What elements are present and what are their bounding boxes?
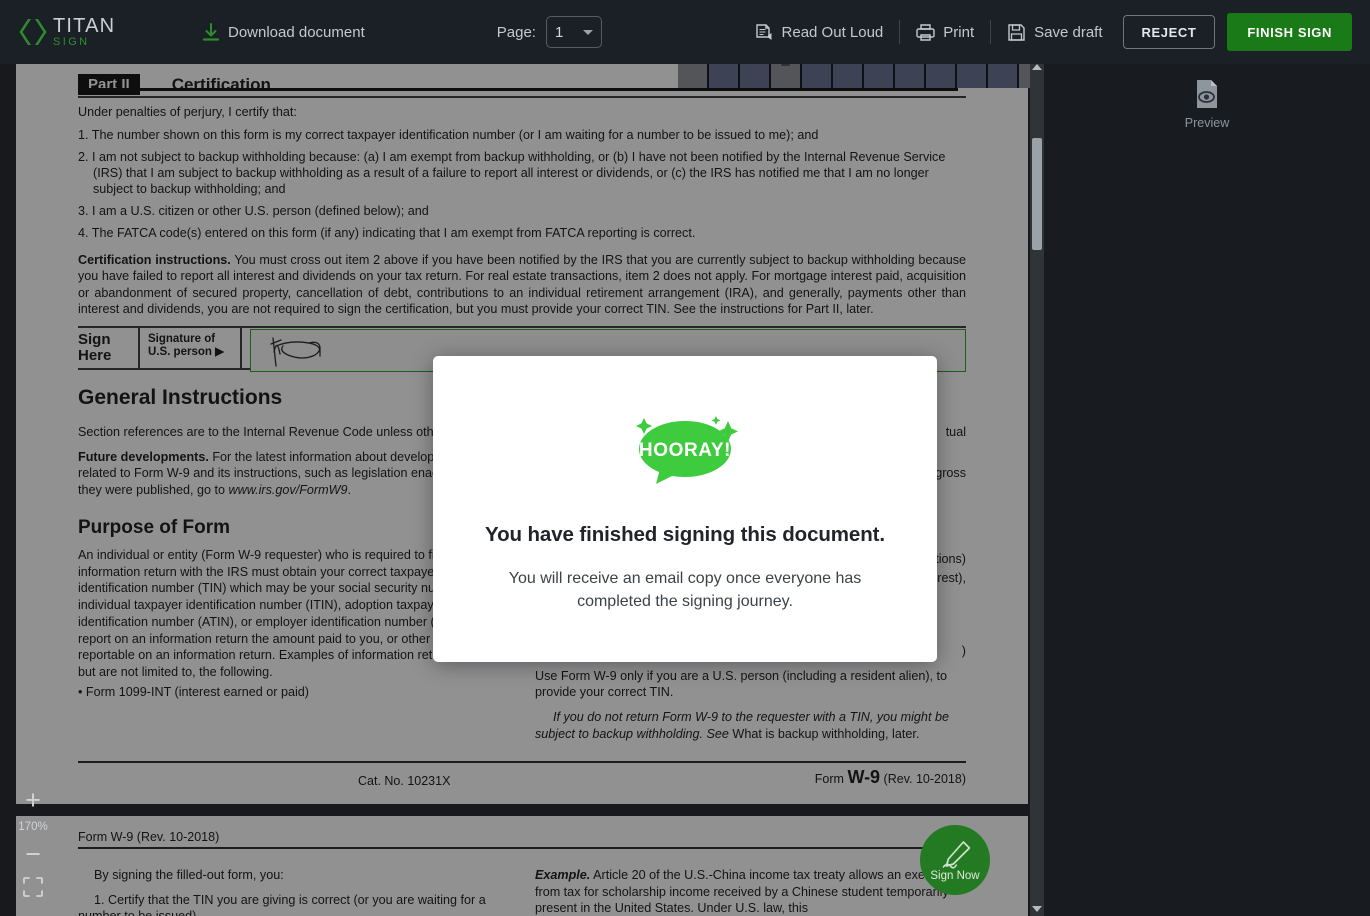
tin-cell[interactable] bbox=[709, 60, 740, 88]
zoom-in-button[interactable]: + bbox=[18, 786, 48, 813]
printer-icon bbox=[916, 23, 935, 42]
scroll-down-arrow[interactable] bbox=[1030, 902, 1044, 916]
part-badge: Part II bbox=[78, 74, 140, 95]
save-disk-icon bbox=[1007, 23, 1026, 42]
page-1-footer: Cat. No. 10231X Form W-9 (Rev. 10-2018) bbox=[78, 760, 966, 788]
hooray-badge: HOORAY! bbox=[624, 413, 746, 494]
tin-cell[interactable] bbox=[833, 60, 864, 88]
chevron-down-icon bbox=[1032, 906, 1042, 912]
page-select-value: 1 bbox=[554, 23, 564, 41]
certification-instructions-label: Certification instructions. bbox=[78, 252, 231, 267]
form-revision: (Rev. 10-2018) bbox=[880, 771, 966, 786]
certification-item: 3. I am a U.S. citizen or other U.S. per… bbox=[78, 204, 429, 219]
chevron-down-icon bbox=[582, 29, 593, 35]
modal-subtitle: You will receive an email copy once ever… bbox=[508, 570, 862, 610]
print-button[interactable]: Print bbox=[912, 15, 978, 49]
read-out-loud-button[interactable]: Read Out Loud bbox=[751, 15, 888, 49]
certification-item: 4. The FATCA code(s) entered on this for… bbox=[78, 226, 696, 241]
tin-cell[interactable] bbox=[740, 60, 771, 88]
page-select[interactable]: 1 bbox=[545, 16, 602, 48]
page-2-example-label: Example. bbox=[535, 868, 591, 882]
top-toolbar: TITAN SIGN Download document Page: 1 Rea… bbox=[0, 0, 1370, 64]
form-prefix: Form bbox=[814, 771, 848, 786]
page-label: Page: bbox=[496, 23, 536, 41]
chevron-up-icon bbox=[1032, 64, 1042, 70]
form-name: W-9 bbox=[847, 766, 881, 787]
certification-item: 1. The number shown on this form is my c… bbox=[78, 127, 819, 142]
zoom-controls[interactable]: + 170% − bbox=[14, 786, 52, 899]
tin-cell[interactable] bbox=[957, 60, 988, 88]
finish-sign-modal: HOORAY! You have finished signing this d… bbox=[433, 356, 937, 662]
fit-screen-icon bbox=[23, 877, 43, 897]
read-aloud-icon bbox=[755, 23, 774, 42]
fit-to-screen-button[interactable] bbox=[18, 875, 48, 899]
logo-title: TITAN bbox=[53, 15, 116, 37]
page-2-left-column: By signing the filled-out form, you: 1. … bbox=[78, 859, 509, 916]
page-2-right-column: Example. Article 20 of the U.S.-China in… bbox=[535, 859, 966, 916]
certification-instructions: Certification instructions. You must cro… bbox=[78, 252, 966, 318]
reject-button[interactable]: REJECT bbox=[1122, 15, 1216, 49]
tin-cell[interactable] bbox=[895, 60, 926, 88]
preview-icon bbox=[1197, 80, 1217, 108]
zoom-level-label: 170% bbox=[18, 821, 48, 833]
preview-button[interactable]: Preview bbox=[1162, 78, 1252, 130]
page-2-rule bbox=[78, 847, 966, 849]
purpose-bullet: • Form 1099-INT (interest earned or paid… bbox=[78, 684, 309, 699]
document-page-2: 2 Form W-9 (Rev. 10-2018) By signing the… bbox=[16, 816, 1028, 916]
page-2-example-body: Article 20 of the U.S.-China income tax … bbox=[535, 868, 963, 916]
zoom-out-button[interactable]: − bbox=[18, 840, 48, 867]
document-scrollbar[interactable] bbox=[1030, 60, 1044, 916]
tin-dash: – bbox=[771, 60, 802, 88]
form-identifier: Form W-9 (Rev. 10-2018) bbox=[815, 767, 966, 788]
certification-intro: Under penalties of perjury, I certify th… bbox=[78, 105, 297, 119]
download-document-button[interactable]: Download document bbox=[198, 15, 369, 49]
download-icon bbox=[202, 22, 220, 42]
sign-now-button[interactable]: Sign Now bbox=[920, 825, 990, 895]
modal-title: You have finished signing this document. bbox=[485, 523, 885, 546]
titan-bracket-icon bbox=[19, 19, 47, 45]
tin-cell[interactable] bbox=[864, 60, 895, 88]
svg-text:HOORAY!: HOORAY! bbox=[639, 440, 731, 461]
page-2-line-2: 1. Certify that the TIN you are giving i… bbox=[78, 892, 486, 916]
hooray-speech-bubble-icon: HOORAY! bbox=[636, 416, 738, 484]
logo-text: TITAN SIGN bbox=[53, 16, 115, 48]
toolbar-actions: Read Out Loud Print Save draft REJECT FI… bbox=[751, 13, 1352, 51]
toolbar-divider bbox=[990, 20, 992, 44]
tin-cell[interactable] bbox=[926, 60, 957, 88]
pen-icon bbox=[942, 841, 971, 869]
page-2-line-1: By signing the filled-out form, you: bbox=[94, 868, 284, 882]
tin-cell[interactable] bbox=[988, 60, 1019, 88]
read-out-loud-label: Read Out Loud bbox=[781, 23, 884, 41]
scrollbar-thumb[interactable] bbox=[1032, 138, 1042, 250]
certification-item: 2. I am not subject to backup withholdin… bbox=[78, 149, 946, 197]
download-document-label: Download document bbox=[228, 23, 365, 41]
tin-field-row[interactable]: – bbox=[678, 60, 1044, 88]
preview-label: Preview bbox=[1184, 116, 1230, 130]
page-2-example: Example. Article 20 of the U.S.-China in… bbox=[535, 867, 966, 916]
toolbar-divider bbox=[899, 20, 901, 44]
page-2-columns: By signing the filled-out form, you: 1. … bbox=[78, 859, 966, 916]
right-rail: Preview bbox=[1044, 60, 1370, 916]
save-draft-button[interactable]: Save draft bbox=[1003, 15, 1106, 49]
tin-cell[interactable] bbox=[802, 60, 833, 88]
page-2-header: Form W-9 (Rev. 10-2018) bbox=[78, 830, 220, 844]
signature-ink bbox=[270, 337, 321, 367]
future-developments-label: Future developments. bbox=[78, 449, 209, 464]
signature-of-label: Signature of U.S. person ▶ bbox=[140, 327, 242, 368]
irs-link[interactable]: www.irs.gov/FormW9 bbox=[229, 483, 348, 497]
catalog-number: Cat. No. 10231X bbox=[358, 773, 451, 788]
app-logo[interactable]: TITAN SIGN bbox=[18, 16, 168, 48]
sign-here-label: Sign Here bbox=[78, 327, 140, 368]
logo-subtitle: SIGN bbox=[53, 36, 90, 48]
right-col-line-b: If you do not return Form W-9 to the req… bbox=[535, 709, 966, 742]
part-title: Certification bbox=[171, 74, 271, 94]
right-col-line-a: Use Form W-9 only if you are a U.S. pers… bbox=[535, 668, 948, 700]
workspace: – Part II Certification Under penalties … bbox=[0, 60, 1370, 916]
save-draft-label: Save draft bbox=[1034, 23, 1103, 41]
finish-sign-button[interactable]: FINISH SIGN bbox=[1227, 13, 1352, 51]
right-col-line-b-rest: What is backup withholding, later. bbox=[728, 726, 920, 741]
page-selector-group: Page: 1 bbox=[497, 16, 602, 48]
tin-cell[interactable] bbox=[678, 60, 709, 88]
print-label: Print bbox=[943, 23, 975, 41]
